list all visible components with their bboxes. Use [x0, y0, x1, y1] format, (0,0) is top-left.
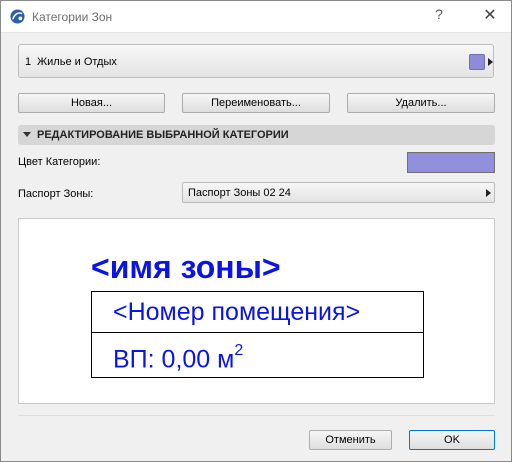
title-bar: Категории Зон ? ✕: [1, 1, 511, 33]
close-button[interactable]: ✕: [481, 5, 499, 25]
new-category-button[interactable]: Новая...: [18, 93, 165, 113]
edit-section-header[interactable]: РЕДАКТИРОВАНИЕ ВЫБРАННОЙ КАТЕГОРИИ: [18, 125, 495, 145]
area-unit-superscript: 2: [234, 342, 244, 359]
rename-category-button[interactable]: Переименовать...: [182, 93, 330, 113]
footer-divider: [18, 415, 495, 416]
archicad-app-icon: [10, 9, 25, 24]
category-name: Жилье и Отдых: [37, 56, 117, 68]
category-selector[interactable]: 1 Жилье и Отдых: [18, 44, 494, 78]
room-number-text: <Номер помещения>: [113, 298, 361, 326]
help-button[interactable]: ?: [431, 6, 447, 22]
zone-passport-value: Паспорт Зоны 02 24: [188, 187, 291, 199]
window-title: Категории Зон: [32, 10, 113, 24]
category-color-label: Цвет Категории:: [18, 156, 101, 168]
zone-categories-dialog: Категории Зон ? ✕ 1 Жилье и Отдых Новая.…: [0, 0, 512, 462]
chevron-right-icon: [486, 189, 491, 197]
stamp-divider: [92, 332, 423, 333]
ok-button[interactable]: OK: [409, 430, 495, 450]
category-color-picker[interactable]: [407, 152, 495, 173]
zone-stamp-preview: <имя зоны> <Номер помещения> ВП: 0,00 м2: [18, 218, 495, 404]
category-number: 1: [25, 56, 32, 68]
cancel-button[interactable]: Отменить: [309, 430, 392, 450]
zone-stamp-table: <Номер помещения> ВП: 0,00 м2: [91, 291, 424, 378]
category-color-swatch: [469, 54, 485, 70]
zone-passport-selector[interactable]: Паспорт Зоны 02 24: [182, 182, 495, 203]
area-value: ВП: 0,00 м: [113, 345, 235, 374]
area-text: ВП: 0,00 м2: [113, 339, 243, 374]
chevron-right-icon: [488, 58, 493, 66]
section-title: РЕДАКТИРОВАНИЕ ВЫБРАННОЙ КАТЕГОРИИ: [37, 129, 289, 141]
zone-name-text: <имя зоны>: [91, 249, 281, 285]
zone-passport-label: Паспорт Зоны:: [18, 188, 94, 200]
delete-category-button[interactable]: Удалить...: [347, 93, 495, 113]
collapse-triangle-icon: [23, 132, 31, 137]
